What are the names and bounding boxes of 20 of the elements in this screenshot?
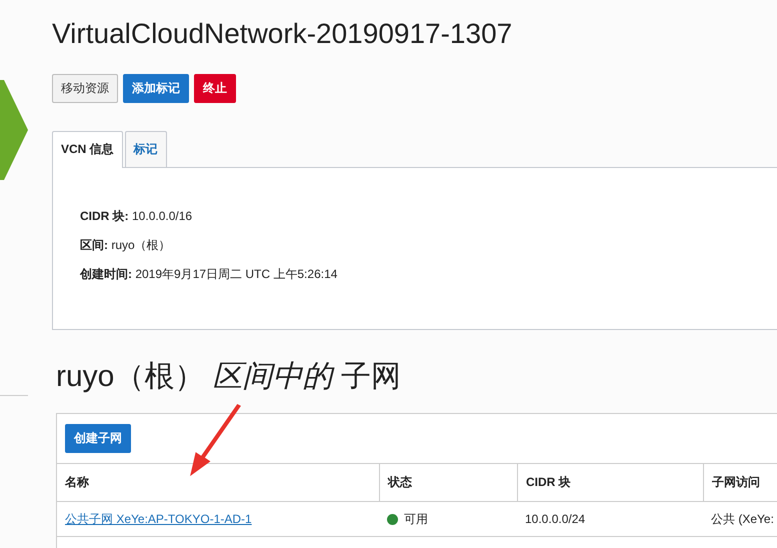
page-title: VirtualCloudNetwork-20190917-1307 (52, 18, 514, 50)
tab[interactable]: VCN 信息 (52, 131, 123, 168)
action-button[interactable]: 添加标记 (123, 74, 189, 103)
column-header: 状态 (379, 464, 517, 501)
action-button[interactable]: 终止 (194, 74, 236, 103)
table-cell-text: 10.0.0.0/24 (524, 511, 586, 528)
status-text: 可用 (404, 510, 428, 528)
subnet-link[interactable]: 公共子网 XeYe:AP-TOKYO-1-AD-1 (65, 510, 252, 528)
column-header: 子网访问 (703, 464, 777, 501)
detail-text: 创建时间: 2019年9月17日周二 UTC 上午5:26:14 (80, 266, 338, 283)
section-heading: ruyo（根） 区间中的 子网 (56, 359, 402, 395)
detail-text: CIDR 块: 10.0.0.0/16 (80, 208, 194, 225)
hexagon-icon (0, 80, 28, 180)
detail-text: 区间: ruyo（根） (80, 237, 172, 254)
column-header: CIDR 块 (517, 464, 703, 501)
column-header: 名称 (64, 474, 90, 491)
tab[interactable]: 标记 (124, 131, 167, 167)
action-button[interactable]: 移动资源 (52, 74, 118, 103)
create-subnet-button[interactable]: 创建子网 (65, 424, 131, 453)
table-cell-text: 公共 (XeYe: (710, 510, 775, 528)
